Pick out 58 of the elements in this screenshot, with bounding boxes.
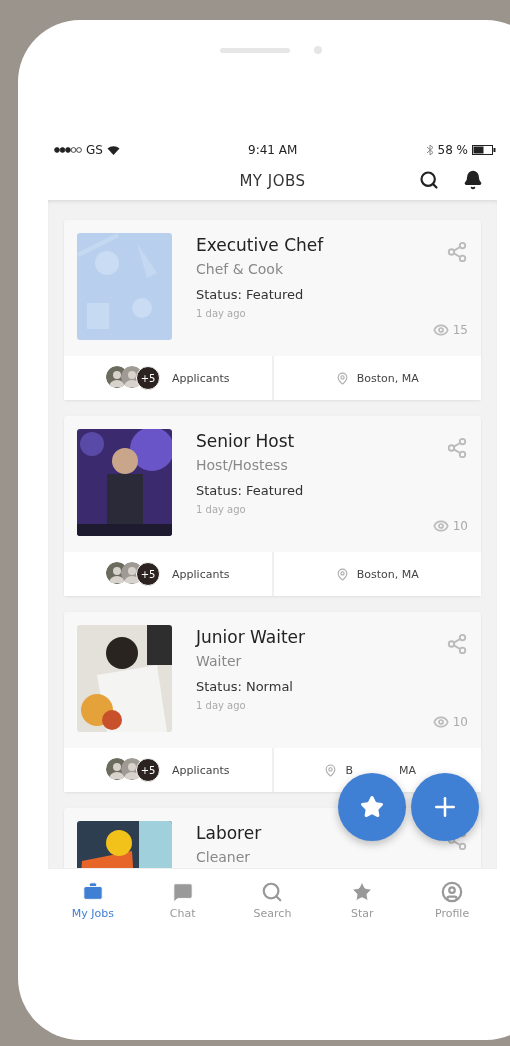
applicants-label: Applicants <box>172 763 230 777</box>
chat-icon <box>171 880 194 903</box>
search-icon[interactable] <box>419 170 439 190</box>
page-title: MY JOBS <box>239 172 306 190</box>
location-text: B <box>345 763 353 777</box>
briefcase-icon <box>81 880 104 903</box>
job-category: Cleaner <box>196 849 252 865</box>
applicant-count: +5 <box>136 758 161 782</box>
job-category: Chef & Cook <box>196 261 285 277</box>
applicants-label: Applicants <box>172 567 230 581</box>
job-title: Senior Host <box>196 431 296 451</box>
applicant-count: +5 <box>136 562 161 586</box>
eye-icon <box>432 518 449 534</box>
view-count: 10 <box>452 715 468 729</box>
job-card[interactable]: Executive Chef Chef & Cook Status: Featured 1 day ago 15 +5 Applicants Boston, MA <box>64 220 481 400</box>
job-status: Status: Featured <box>196 483 305 498</box>
applicants-label: Applicants <box>172 371 230 385</box>
job-category: Waiter <box>196 653 243 669</box>
clock-time: 9:41 AM <box>248 143 298 157</box>
eye-icon <box>432 322 449 338</box>
job-card[interactable]: Junior Waiter Waiter Status: Normal 1 day ago 10 +5 Applicants B MA <box>64 612 481 792</box>
search-icon <box>261 880 284 903</box>
pin-icon <box>335 567 349 581</box>
location-text: Boston, MA <box>356 567 419 581</box>
posted-time: 1 day ago <box>196 504 247 515</box>
applicants-panel[interactable]: +5 Applicants <box>64 356 272 400</box>
job-title: Laborer <box>196 823 263 843</box>
speaker-slot <box>220 47 290 53</box>
job-card[interactable]: Senior Host Host/Hostess Status: Featured 1 day ago 10 +5 Applicants Boston, MA <box>64 416 481 596</box>
job-title: Junior Waiter <box>196 627 307 647</box>
job-title: Executive Chef <box>196 235 325 255</box>
location-text: Boston, MA <box>356 371 419 385</box>
job-category: Host/Hostess <box>196 457 289 473</box>
bell-icon[interactable] <box>463 170 483 190</box>
posted-time: 1 day ago <box>196 308 247 319</box>
user-icon <box>441 880 464 903</box>
posted-time: 1 day ago <box>196 700 247 711</box>
location-text: MA <box>399 763 417 777</box>
wifi-icon <box>106 145 120 155</box>
pin-icon <box>335 371 349 385</box>
job-status: Status: Featured <box>196 287 305 302</box>
view-count: 15 <box>452 323 468 337</box>
star-icon <box>360 795 384 819</box>
job-status: Status: Normal <box>196 679 294 694</box>
applicant-count: +5 <box>136 366 161 390</box>
eye-icon <box>432 714 449 730</box>
tab[interactable]: My Jobs <box>48 869 138 931</box>
bluetooth-icon <box>425 144 434 156</box>
camera-dot <box>314 46 322 54</box>
view-count: 10 <box>452 519 468 533</box>
applicants-panel[interactable]: +5 Applicants <box>64 552 272 596</box>
signal-icon <box>54 147 82 153</box>
battery-icon <box>472 145 496 155</box>
applicants-panel[interactable]: +5 Applicants <box>64 748 272 792</box>
pin-icon <box>324 763 338 777</box>
carrier-name: GS <box>86 143 103 157</box>
battery-percent: 58 % <box>437 143 468 157</box>
star-icon <box>351 880 374 903</box>
